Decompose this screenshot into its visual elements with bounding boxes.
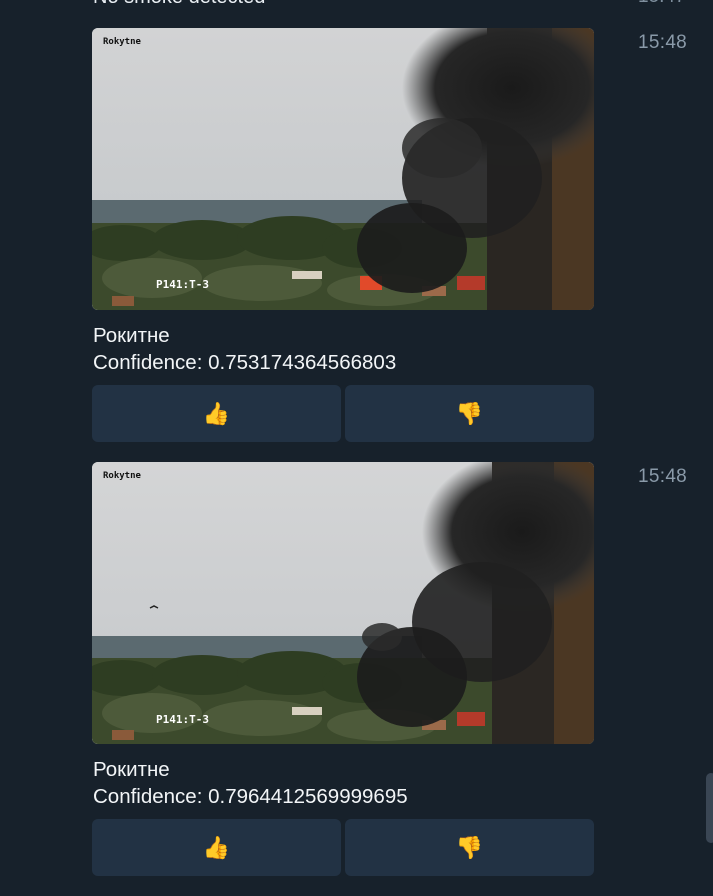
thumbs-up-button[interactable]: 👍 bbox=[92, 385, 341, 442]
thumbs-down-icon: 👎 bbox=[455, 834, 484, 860]
camera-image: Rokytne P141:T-3 bbox=[92, 28, 594, 310]
thumbs-up-button[interactable]: 👍 bbox=[92, 819, 341, 876]
thumbs-down-button[interactable]: 👎 bbox=[345, 819, 594, 876]
message-time: 15:48 bbox=[638, 32, 688, 53]
scrollbar-handle[interactable] bbox=[706, 773, 713, 843]
message-caption: Рокитне Confidence: 0.7964412569999695 bbox=[93, 756, 408, 810]
camera-photo[interactable]: Rokytne P141:T-3 bbox=[92, 462, 594, 744]
bot-message: Rokytne P141:T-3 15:48 Рокитне Confidenc… bbox=[0, 462, 713, 882]
camera-photo[interactable]: Rokytne P141:T-3 bbox=[92, 28, 594, 310]
camera-overlay-id: P141:T-3 bbox=[156, 278, 209, 291]
location-text: Рокитне bbox=[93, 758, 170, 781]
previous-message-time: 15:47 bbox=[638, 0, 686, 8]
thumbs-down-button[interactable]: 👎 bbox=[345, 385, 594, 442]
thumbs-down-icon: 👎 bbox=[455, 400, 484, 426]
previous-message-text: No smoke detected bbox=[93, 0, 265, 9]
message-time: 15:48 bbox=[638, 466, 688, 487]
camera-image: Rokytne P141:T-3 bbox=[92, 462, 594, 744]
camera-overlay-label: Rokytne bbox=[103, 37, 142, 47]
camera-overlay-label: Rokytne bbox=[103, 471, 142, 481]
reaction-buttons: 👍 👎 bbox=[92, 819, 594, 876]
message-caption: Рокитне Confidence: 0.753174364566803 bbox=[93, 322, 396, 376]
confidence-text: Confidence: 0.753174364566803 bbox=[93, 351, 397, 374]
thumbs-up-icon: 👍 bbox=[202, 400, 231, 426]
location-text: Рокитне bbox=[93, 324, 170, 347]
reaction-buttons: 👍 👎 bbox=[92, 385, 594, 442]
chat-view: No smoke detected 15:47 bbox=[0, 0, 713, 896]
bot-message: Rokytne P141:T-3 15:48 Рокитне Confidenc… bbox=[0, 28, 713, 448]
camera-overlay-id: P141:T-3 bbox=[156, 713, 209, 726]
thumbs-up-icon: 👍 bbox=[202, 834, 231, 860]
confidence-text: Confidence: 0.7964412569999695 bbox=[93, 785, 408, 808]
